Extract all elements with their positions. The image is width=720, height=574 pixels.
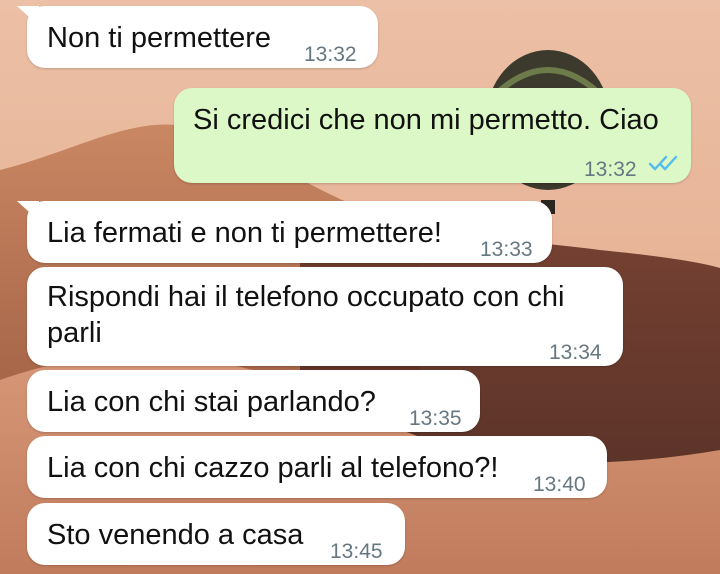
message-bubble-incoming[interactable]: Sto venendo a casa 13:45: [27, 503, 405, 565]
message-text: Non ti permettere: [47, 22, 272, 54]
message-bubble-incoming[interactable]: Lia con chi cazzo parli al telefono?! 13…: [27, 436, 607, 498]
message-bubble-incoming[interactable]: Lia con chi stai parlando? 13:35: [27, 370, 480, 432]
chat-message-list[interactable]: Non ti permettere 13:32 Si credici che n…: [0, 0, 720, 574]
message-timestamp: 13:34: [549, 341, 602, 364]
message-bubble-outgoing[interactable]: Si credici che non mi permetto. Ciao 13:…: [174, 88, 691, 183]
message-timestamp: 13:45: [330, 540, 383, 563]
message-bubble-incoming[interactable]: Rispondi hai il telefono occupato con ch…: [27, 267, 623, 366]
message-timestamp: 13:32: [304, 43, 357, 66]
bubble-tail: [17, 6, 39, 26]
message-bubble-incoming[interactable]: Non ti permettere 13:32: [17, 6, 378, 68]
message-timestamp: 13:35: [409, 407, 462, 430]
message-timestamp: 13:32: [584, 158, 637, 181]
bubble-tail: [17, 201, 39, 221]
message-timestamp: 13:40: [533, 473, 586, 496]
message-text: Si credici che non mi permetto. Ciao: [193, 104, 659, 136]
message-timestamp: 13:33: [480, 238, 533, 261]
message-text: Rispondi hai il telefono occupato con ch…: [47, 281, 565, 349]
message-bubble-incoming[interactable]: Lia fermati e non ti permettere! 13:33: [17, 201, 552, 263]
message-text: Sto venendo a casa: [47, 519, 304, 551]
message-text: Lia con chi cazzo parli al telefono?!: [47, 452, 499, 484]
double-check-icon: [648, 155, 678, 171]
message-text: Lia fermati e non ti permettere!: [47, 217, 442, 249]
message-text: Lia con chi stai parlando?: [47, 386, 376, 418]
